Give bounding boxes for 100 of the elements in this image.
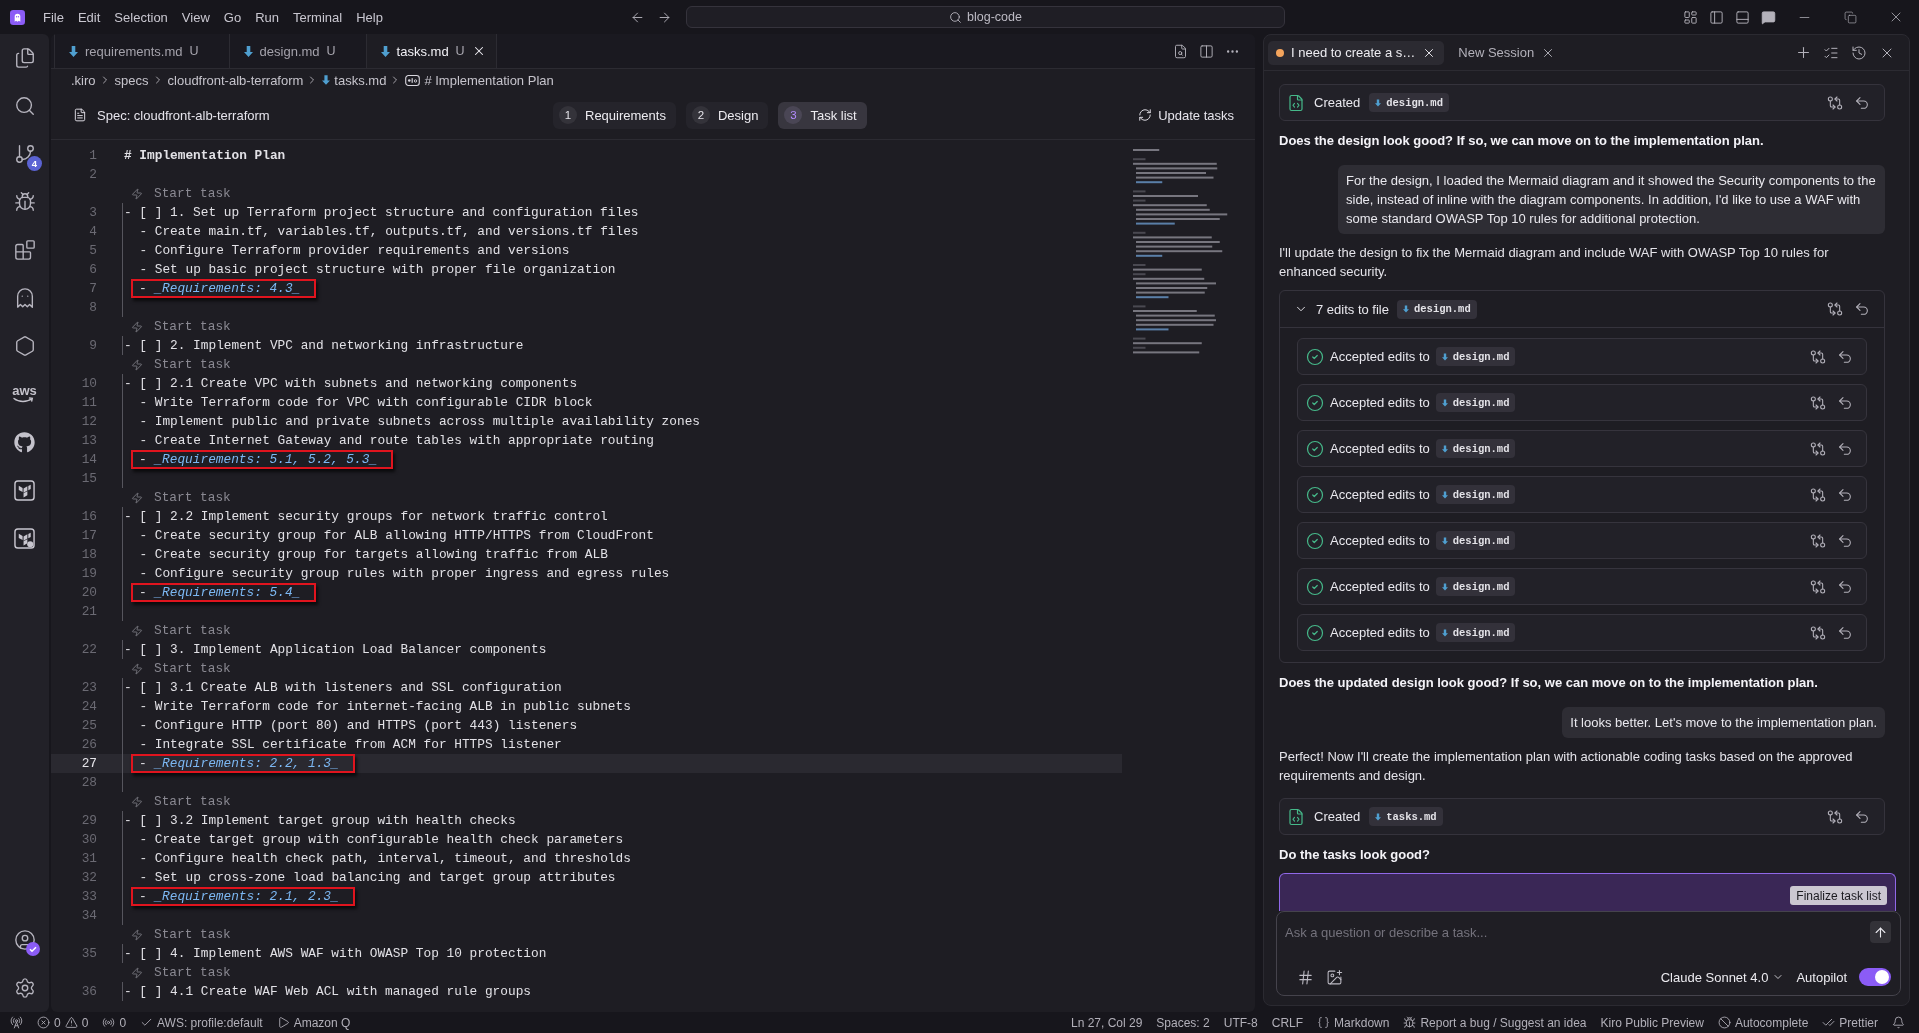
start-task-link[interactable]: Start task [154,357,231,372]
start-task-link[interactable]: Start task [154,623,231,638]
file-chip[interactable]: design.md [1435,577,1516,596]
file-chip[interactable]: design.md [1369,93,1449,112]
status-item[interactable]: Prettier [1822,1012,1878,1033]
undo-icon[interactable] [1854,301,1870,317]
undo-icon[interactable] [1837,624,1853,641]
start-task-link[interactable]: Start task [154,490,231,505]
file-chip[interactable]: tasks.md [1369,807,1443,826]
breadcrumb-item[interactable]: specs [114,72,149,88]
menu-item[interactable]: File [36,5,71,29]
file-chip[interactable]: design.md [1435,439,1516,458]
undo-icon[interactable] [1837,394,1853,411]
account-icon[interactable] [13,929,36,951]
autopilot-toggle[interactable] [1859,968,1891,986]
search-field[interactable]: blog-code [686,6,1285,28]
undo-icon[interactable] [1837,348,1853,365]
zap-icon[interactable] [131,662,143,675]
compare-icon[interactable] [1810,578,1826,595]
zap-icon[interactable] [131,966,143,979]
undo-icon[interactable] [1854,94,1870,111]
status-item[interactable]: 0 [102,1012,127,1033]
layout-icon[interactable] [1682,9,1698,25]
search-icon[interactable] [13,95,36,117]
breadcrumb-item[interactable]: tasks.md [334,72,387,88]
blocks-icon[interactable] [13,239,36,261]
finalize-button[interactable]: Finalize task list [1790,886,1887,905]
menu-item[interactable]: View [174,5,217,29]
spec-step-tab[interactable]: 3 Task list [778,101,867,129]
file-chip[interactable]: design.md [1435,393,1516,412]
undo-icon[interactable] [1837,578,1853,595]
model-selector[interactable]: Claude Sonnet 4.0 [1660,969,1785,985]
start-task-link[interactable]: Start task [154,794,231,809]
git-branch-icon[interactable] [13,143,36,165]
settings-icon[interactable] [13,977,36,999]
breadcrumb-item[interactable]: .kiro [71,72,96,88]
bug-icon[interactable] [13,191,36,213]
zap-icon[interactable] [131,187,143,200]
panel-left-icon[interactable] [1708,9,1724,25]
split-editor-icon[interactable] [1198,43,1214,59]
chat-session-tab[interactable]: New Session [1450,40,1564,65]
file-chip[interactable]: design.md [1397,299,1477,319]
chat-bubble-icon[interactable] [1760,9,1776,25]
compare-icon[interactable] [1827,301,1843,317]
zap-icon[interactable] [131,491,143,504]
hexagon-icon[interactable] [13,335,36,357]
spec-step-tab[interactable]: 2 Design [685,101,769,129]
menu-item[interactable]: Selection [107,5,175,29]
start-task-link[interactable]: Start task [154,661,231,676]
editor-tab[interactable]: requirements.md U [54,34,230,68]
blocks-cloud-logo-icon[interactable] [14,527,35,549]
file-chip[interactable]: design.md [1435,347,1516,366]
image-icon[interactable] [1326,968,1343,986]
status-item[interactable]: Autocomplete [1717,1012,1809,1033]
zap-icon[interactable] [131,320,143,333]
start-task-link[interactable]: Start task [154,927,231,942]
history-icon[interactable] [1851,44,1867,61]
start-task-link[interactable]: Start task [154,965,231,980]
forward-arrow-icon[interactable] [656,9,672,25]
status-item[interactable]: Amazon Q [276,1012,351,1033]
status-item[interactable]: Kiro Public Preview [1600,1012,1704,1033]
compare-icon[interactable] [1810,440,1826,457]
chat-input[interactable]: Ask a question or describe a task... [1285,922,1862,942]
back-arrow-icon[interactable] [629,9,645,25]
menu-item[interactable]: Help [349,5,390,29]
send-button[interactable] [1870,921,1891,943]
compare-icon[interactable] [1810,532,1826,549]
status-item[interactable]: CRLF [1271,1012,1304,1033]
undo-icon[interactable] [1837,440,1853,457]
start-task-link[interactable]: Start task [154,319,231,334]
compare-icon[interactable] [1810,348,1826,365]
aws-button[interactable]: aws [12,385,37,403]
file-chip[interactable]: design.md [1435,623,1516,642]
menu-item[interactable]: Edit [70,5,108,29]
zap-icon[interactable] [131,795,143,808]
files-icon[interactable] [13,47,36,69]
status-item[interactable]: Ln 27, Col 29 [1070,1012,1143,1033]
status-item[interactable]: Markdown [1317,1012,1390,1033]
status-item[interactable]: AWS: profile:default [140,1012,263,1033]
compare-icon[interactable] [1827,94,1843,111]
file-chip[interactable]: design.md [1435,531,1516,550]
problems-status[interactable]: 0 0 [37,1012,89,1033]
bell-icon[interactable] [1892,1016,1905,1029]
github-icon[interactable] [14,431,35,453]
file-chip[interactable]: design.md [1435,485,1516,504]
status-item[interactable]: UTF-8 [1223,1012,1258,1033]
start-task-link[interactable]: Start task [154,186,231,201]
spec-step-tab[interactable]: 1 Requirements [553,101,676,129]
ghost-logo-icon[interactable] [10,9,25,25]
update-tasks-button[interactable]: Update tasks [1138,102,1234,128]
compare-icon[interactable] [1810,624,1826,641]
menu-item[interactable]: Go [216,5,249,29]
hash-icon[interactable] [1297,968,1314,986]
compare-icon[interactable] [1810,486,1826,503]
breadcrumb-item[interactable]: cloudfront-alb-terraform [167,72,304,88]
undo-icon[interactable] [1837,532,1853,549]
restore-icon[interactable] [1843,10,1857,24]
breadcrumb-item[interactable]: # Implementation Plan [424,72,554,88]
compare-icon[interactable] [1810,394,1826,411]
file-search-icon[interactable] [1172,43,1188,59]
